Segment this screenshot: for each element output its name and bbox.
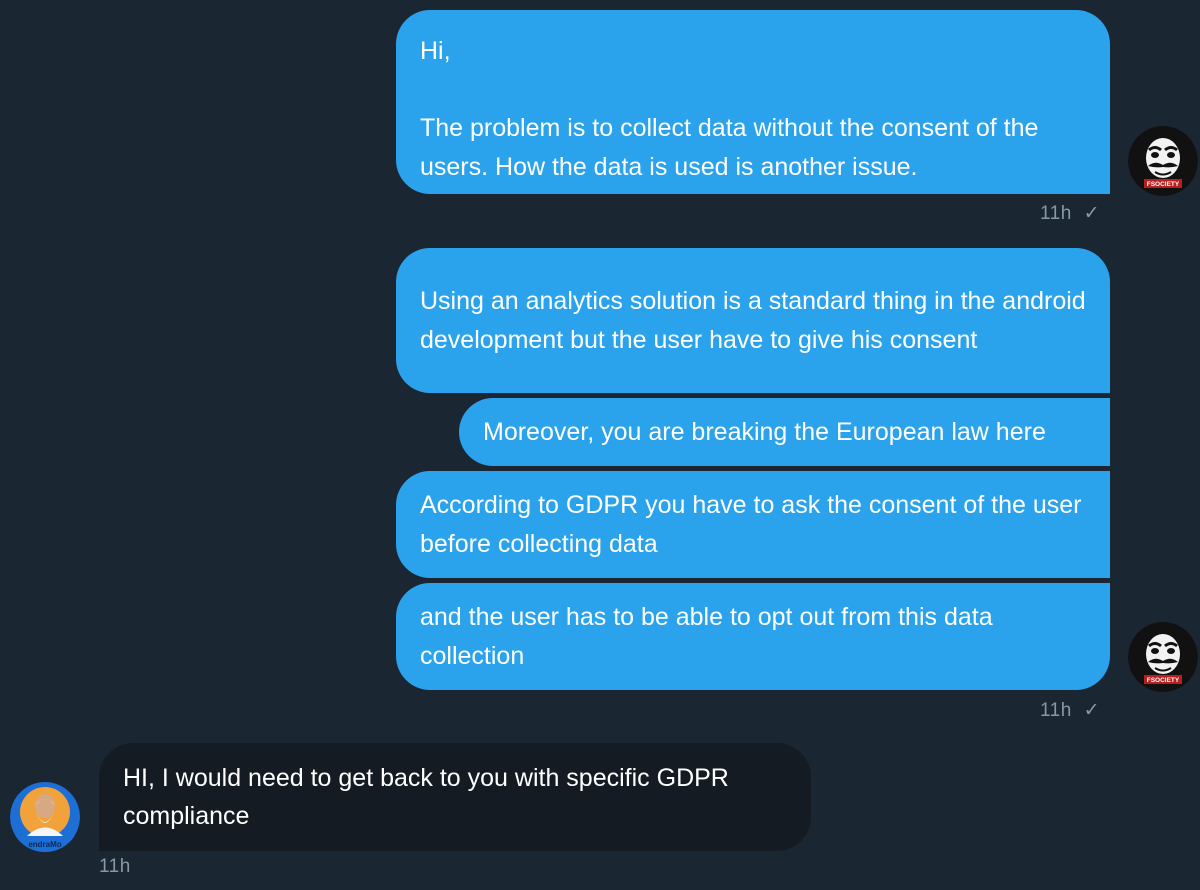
message-bubble-sent[interactable]: According to GDPR you have to ask the co…	[396, 471, 1110, 578]
fsociety-badge-text: FSOCIETY	[1147, 181, 1180, 188]
checkmark-icon: ✓	[1083, 203, 1100, 224]
timestamp-text: 11h	[1040, 700, 1072, 721]
timestamp: 11h ✓	[1040, 202, 1100, 225]
profile-photo-icon: endraMo	[10, 782, 80, 852]
timestamp: 11h ✓	[1040, 699, 1100, 722]
avatar-name-fragment: endraMo	[28, 840, 61, 849]
sender-avatar[interactable]: FSOCIETY	[1128, 622, 1198, 692]
timestamp: 11h	[99, 856, 131, 878]
message-bubble-sent[interactable]: Using an analytics solution is a standar…	[396, 248, 1110, 393]
sender-avatar[interactable]: FSOCIETY	[1128, 126, 1198, 196]
timestamp-text: 11h	[1040, 203, 1072, 224]
message-bubble-received[interactable]: HI, I would need to get back to you with…	[99, 743, 811, 851]
timestamp-text: 11h	[99, 856, 131, 877]
message-bubble-sent[interactable]: and the user has to be able to opt out f…	[396, 583, 1110, 690]
message-bubble-sent[interactable]: Hi, The problem is to collect data witho…	[396, 10, 1110, 194]
recipient-avatar[interactable]: endraMo	[10, 782, 80, 852]
message-bubble-sent[interactable]: Moreover, you are breaking the European …	[459, 398, 1110, 466]
fsociety-badge-text: FSOCIETY	[1147, 677, 1180, 684]
fsociety-mask-icon: FSOCIETY	[1128, 622, 1198, 692]
checkmark-icon: ✓	[1083, 700, 1100, 721]
fsociety-mask-icon: FSOCIETY	[1128, 126, 1198, 196]
